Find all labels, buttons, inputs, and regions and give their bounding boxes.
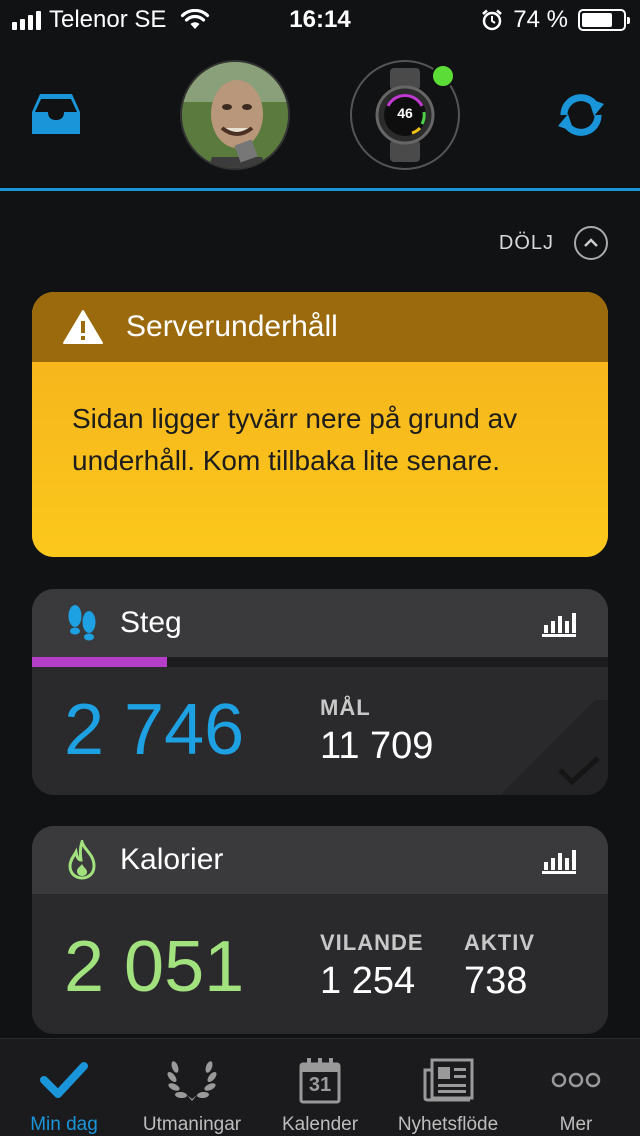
calories-title: Kalorier xyxy=(120,843,224,876)
battery-percent: 74 % xyxy=(513,6,568,33)
resting-calories-label: VILANDE xyxy=(320,930,424,955)
tab-my-day[interactable]: Min dag xyxy=(0,1039,128,1136)
bottom-tab-bar: Min dag Utmaningar 31 Kalender Nyhetsflö… xyxy=(0,1038,640,1136)
calories-card-body: 2 051 VILANDE 1 254 AKTIV 738 xyxy=(32,894,608,1034)
calories-card[interactable]: Kalorier 2 051 VILANDE 1 254 AKTIV 738 xyxy=(32,826,608,1034)
avatar[interactable] xyxy=(180,60,290,170)
profile-photo xyxy=(182,62,288,168)
steps-title: Steg xyxy=(120,606,182,639)
tab-label: Kalender xyxy=(281,1114,359,1135)
header-divider xyxy=(0,188,640,191)
sync-button[interactable] xyxy=(552,90,610,140)
tab-more[interactable]: Mer xyxy=(512,1039,640,1136)
resting-calories-value: 1 254 xyxy=(320,960,416,1002)
inbox-icon xyxy=(32,94,80,134)
status-right: 74 % xyxy=(481,6,630,34)
tab-label: Utmaningar xyxy=(142,1114,242,1135)
steps-card-body: 2 746 MÅL 11 709 xyxy=(32,667,608,795)
hide-label: DÖLJ xyxy=(498,231,554,254)
calories-card-header: Kalorier xyxy=(32,826,608,894)
warning-icon xyxy=(63,310,103,344)
more-icon xyxy=(551,1072,601,1087)
steps-value: 2 746 xyxy=(64,690,245,770)
laurel-icon xyxy=(167,1060,217,1101)
tab-label: Mer xyxy=(559,1114,593,1135)
checkmark-icon xyxy=(40,1061,88,1098)
watch-display-number: 46 xyxy=(397,105,413,121)
alert-header: Serverunderhåll xyxy=(32,292,608,362)
maintenance-alert-card: Serverunderhåll Sidan ligger tyvärr nere… xyxy=(32,292,608,557)
steps-progress-fill xyxy=(32,657,168,667)
status-bar: Telenor SE 16:14 74 % xyxy=(0,0,640,42)
connection-status-dot xyxy=(431,64,455,88)
bar-chart-icon[interactable] xyxy=(542,611,576,637)
active-calories-label: AKTIV xyxy=(464,930,535,955)
tab-challenges[interactable]: Utmaningar xyxy=(128,1039,256,1136)
steps-goal-value: 11 709 xyxy=(320,725,434,767)
tab-label: Nyhetsflöde xyxy=(397,1114,499,1135)
steps-card-header: Steg xyxy=(32,589,608,657)
collapse-button[interactable] xyxy=(574,226,608,260)
footprints-icon xyxy=(68,605,96,641)
goal-corner xyxy=(488,700,608,795)
active-calories-value: 738 xyxy=(464,960,528,1002)
battery-icon xyxy=(578,9,630,31)
chevron-up-icon xyxy=(584,238,598,247)
tab-calendar[interactable]: 31 Kalender xyxy=(256,1039,384,1136)
steps-goal-label: MÅL xyxy=(320,695,371,720)
alert-message: Sidan ligger tyvärr nere på grund av und… xyxy=(32,362,608,557)
sync-icon xyxy=(558,94,604,136)
tab-newsfeed[interactable]: Nyhetsflöde xyxy=(384,1039,512,1136)
steps-progress-bar xyxy=(32,657,608,667)
inbox-button[interactable] xyxy=(28,90,84,138)
calendar-day: 31 xyxy=(308,1074,332,1096)
hide-toggle[interactable]: DÖLJ xyxy=(499,226,608,260)
checkmark-icon xyxy=(558,756,600,786)
flame-icon xyxy=(68,840,96,880)
alert-title: Serverunderhåll xyxy=(126,310,338,343)
battery-fill xyxy=(582,13,612,27)
calories-value: 2 051 xyxy=(64,927,245,1007)
bar-chart-icon[interactable] xyxy=(542,848,576,874)
tab-label: Min dag xyxy=(30,1114,98,1135)
alarm-icon xyxy=(482,9,503,31)
steps-card[interactable]: Steg 2 746 MÅL 11 709 xyxy=(32,589,608,795)
newsfeed-icon xyxy=(423,1058,474,1101)
